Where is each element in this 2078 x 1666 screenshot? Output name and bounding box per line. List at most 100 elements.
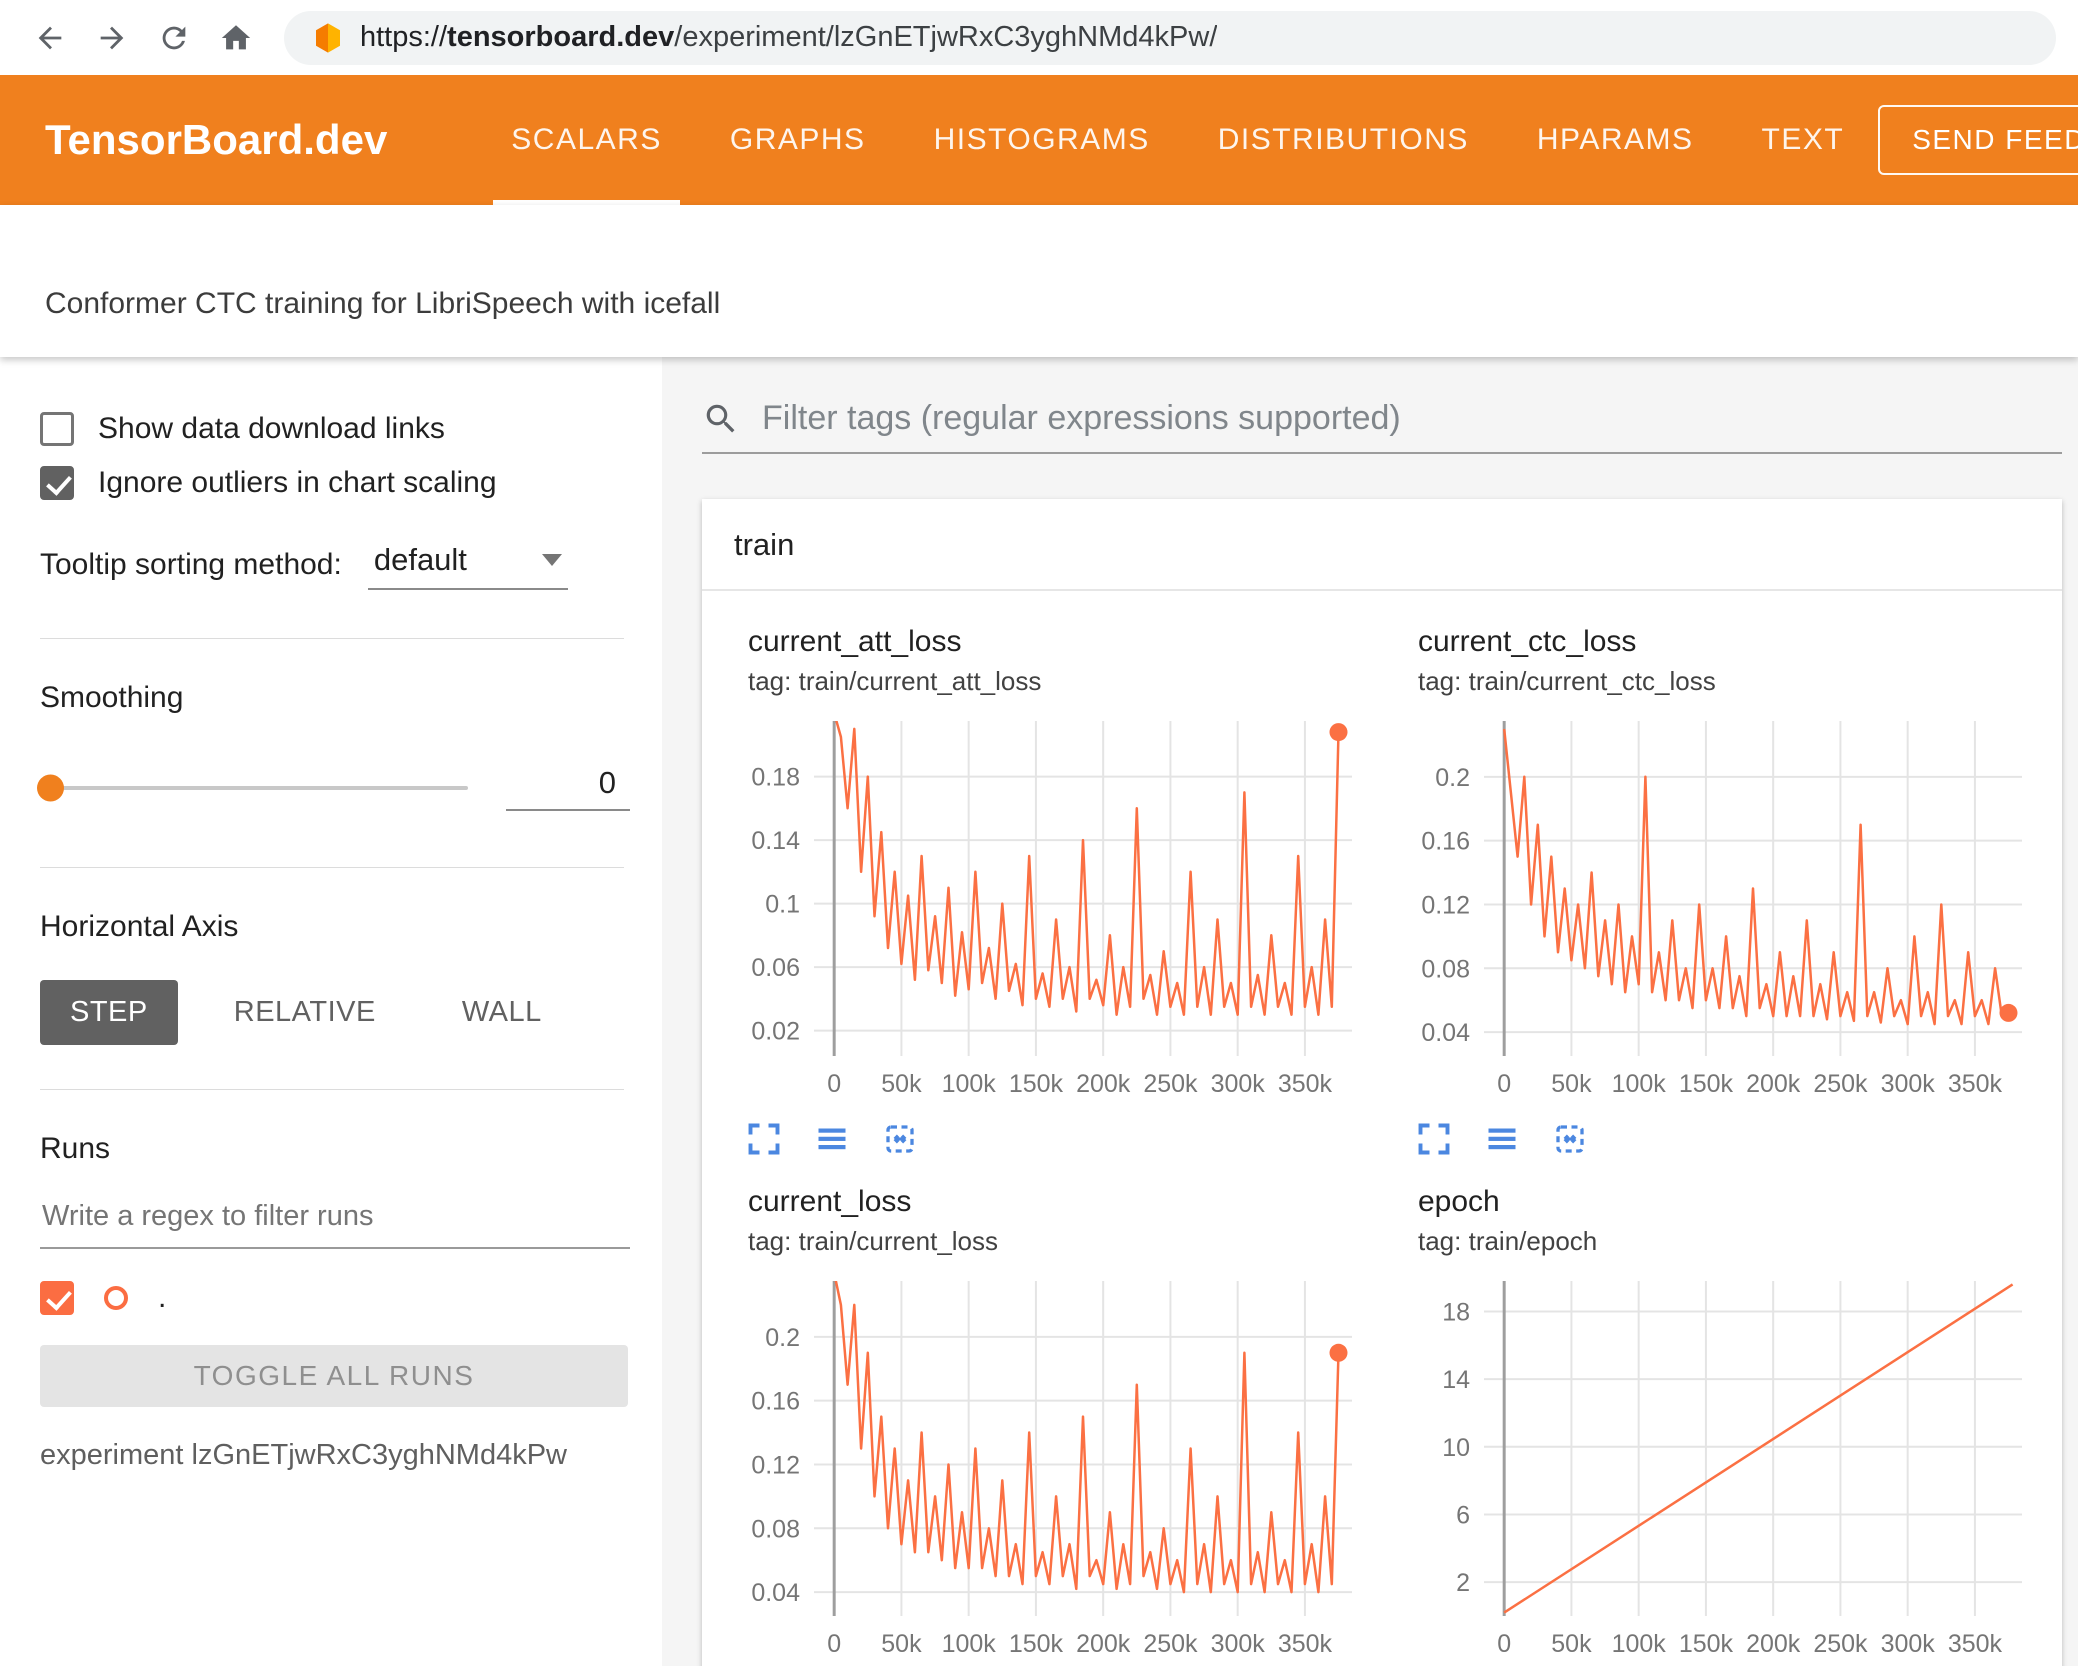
axis-wall-button[interactable]: WALL <box>432 980 572 1045</box>
browser-chrome: https://tensorboard.dev/experiment/lzGnE… <box>0 0 2078 75</box>
url-path: /experiment/lzGnETjwRxC3yghNMd4kPw/ <box>674 21 1218 53</box>
forward-icon[interactable] <box>84 10 140 66</box>
svg-text:250k: 250k <box>1143 1070 1198 1098</box>
svg-text:250k: 250k <box>1813 1630 1868 1658</box>
tensorboard-favicon <box>316 22 340 53</box>
send-feedback-button[interactable]: SEND FEEDBACK <box>1878 105 2078 175</box>
tab-histograms[interactable]: HISTOGRAMS <box>900 75 1184 205</box>
chart-title: current_loss <box>748 1185 912 1218</box>
show-download-links-checkbox[interactable] <box>40 412 74 446</box>
chart-block-current-ctc-loss: current_ctc_loss tag: train/current_ctc_… <box>1386 625 2056 1157</box>
tooltip-sorting-value: default <box>373 542 467 577</box>
svg-text:50k: 50k <box>1551 1070 1592 1098</box>
svg-text:0.2: 0.2 <box>1435 764 1470 792</box>
svg-text:0.12: 0.12 <box>751 1451 800 1479</box>
back-icon[interactable] <box>22 10 78 66</box>
tab-graphs[interactable]: GRAPHS <box>696 75 900 205</box>
filter-tags-input[interactable] <box>762 399 2062 438</box>
train-card: train current_att_loss tag: train/curren… <box>702 499 2062 1666</box>
svg-text:50k: 50k <box>881 1630 922 1658</box>
svg-text:0.18: 0.18 <box>751 764 800 792</box>
reload-icon[interactable] <box>146 10 202 66</box>
tensorboard-page: { "browser": { "url_scheme": "https://",… <box>0 0 2078 1666</box>
experiment-caption: experiment lzGnETjwRxC3yghNMd4kPw <box>40 1439 567 1471</box>
tab-text[interactable]: TEXT <box>1728 75 1879 205</box>
svg-text:0: 0 <box>1497 1070 1511 1098</box>
tensorboard-logo: TensorBoard.dev <box>45 116 388 163</box>
smoothing-value-field[interactable]: 0 <box>506 765 630 811</box>
svg-text:150k: 150k <box>1679 1070 1734 1098</box>
line-chart-current-loss[interactable]: 0.04 0.08 0.12 0.16 0.2 0 50k 100k 150k 200k 250k 3… <box>722 1267 1386 1666</box>
tab-scalars[interactable]: SCALARS <box>477 75 696 205</box>
show-download-links-row: Show data download links <box>40 412 630 446</box>
svg-text:100k: 100k <box>942 1070 997 1098</box>
ignore-outliers-checkbox[interactable] <box>40 466 74 500</box>
fit-domain-icon[interactable] <box>882 1121 924 1157</box>
main-content: train current_att_loss tag: train/curren… <box>662 357 2078 1666</box>
home-icon[interactable] <box>208 10 264 66</box>
run-checkbox[interactable] <box>40 1281 74 1315</box>
axis-relative-button[interactable]: RELATIVE <box>204 980 406 1045</box>
runs-filter-input[interactable] <box>40 1194 630 1249</box>
nav-tabs: SCALARS GRAPHS HISTOGRAMS DISTRIBUTIONS … <box>477 75 1878 205</box>
line-chart-current-att-loss[interactable]: 0.02 0.06 0.1 0.14 0.18 0 50k 100k 150k 200k 250k 3… <box>722 707 1386 1107</box>
tooltip-sorting-dropdown[interactable]: default <box>367 542 568 590</box>
svg-text:0: 0 <box>1497 1630 1511 1658</box>
svg-text:0.14: 0.14 <box>751 827 800 855</box>
divider <box>40 867 624 868</box>
tab-distributions[interactable]: DISTRIBUTIONS <box>1184 75 1503 205</box>
chart-title: current_att_loss <box>748 625 962 658</box>
fullscreen-icon[interactable] <box>746 1121 788 1157</box>
svg-text:300k: 300k <box>1881 1070 1936 1098</box>
svg-text:0.12: 0.12 <box>1421 891 1470 919</box>
svg-text:250k: 250k <box>1813 1070 1868 1098</box>
axis-step-button[interactable]: STEP <box>40 980 178 1045</box>
divider <box>40 1089 624 1090</box>
search-icon <box>706 404 735 432</box>
svg-text:100k: 100k <box>942 1630 997 1658</box>
svg-text:18: 18 <box>1442 1298 1470 1326</box>
smoothing-slider-knob[interactable] <box>37 774 64 802</box>
smoothing-slider-row: 0 <box>37 765 630 811</box>
svg-text:50k: 50k <box>881 1070 922 1098</box>
fullscreen-icon[interactable] <box>1416 1121 1458 1157</box>
svg-text:200k: 200k <box>1076 1070 1131 1098</box>
flush-lines-icon[interactable] <box>814 1121 856 1157</box>
chart-block-current-loss: current_loss tag: train/current_loss 0.0… <box>716 1185 1386 1666</box>
settings-sidebar: Show data download links Ignore outliers… <box>0 357 662 1666</box>
ignore-outliers-label: Ignore outliers in chart scaling <box>98 466 497 499</box>
toggle-all-runs-button[interactable]: TOGGLE ALL RUNS <box>40 1345 628 1407</box>
svg-text:0.08: 0.08 <box>751 1515 800 1543</box>
tooltip-sorting-label: Tooltip sorting method: <box>40 548 342 581</box>
address-bar[interactable]: https://tensorboard.dev/experiment/lzGnE… <box>284 10 2056 65</box>
svg-text:50k: 50k <box>1551 1630 1592 1658</box>
tooltip-sorting-row: Tooltip sorting method: default <box>40 542 630 590</box>
chart-block-current-att-loss: current_att_loss tag: train/current_att_… <box>716 625 1386 1157</box>
line-chart-current-ctc-loss[interactable]: 0.04 0.08 0.12 0.16 0.2 0 50k 100k 150k 200k 250k 3… <box>1392 707 2056 1107</box>
flush-lines-icon[interactable] <box>1484 1121 1526 1157</box>
tab-hparams[interactable]: HPARAMS <box>1503 75 1728 205</box>
svg-text:100k: 100k <box>1612 1630 1667 1658</box>
show-download-links-label: Show data download links <box>98 412 445 445</box>
smoothing-slider-track[interactable] <box>37 774 468 802</box>
run-row: . <box>40 1281 630 1315</box>
train-card-header[interactable]: train <box>702 499 2062 591</box>
charts-grid: current_att_loss tag: train/current_att_… <box>702 591 2062 1666</box>
svg-text:0.08: 0.08 <box>1421 955 1470 983</box>
smoothing-label: Smoothing <box>40 681 184 714</box>
chart-title: current_ctc_loss <box>1418 625 1637 658</box>
chart-tag: tag: train/epoch <box>1418 1226 1598 1256</box>
svg-text:0: 0 <box>827 1070 841 1098</box>
svg-text:0.04: 0.04 <box>751 1579 800 1607</box>
line-chart-epoch[interactable]: 2 6 10 14 18 0 50k 100k 150k 200k 250k 300k 350k <box>1392 1267 2056 1666</box>
svg-text:150k: 150k <box>1009 1630 1064 1658</box>
url-text: https://tensorboard.dev/experiment/lzGnE… <box>360 21 1217 54</box>
ignore-outliers-row: Ignore outliers in chart scaling <box>40 466 630 500</box>
svg-text:200k: 200k <box>1746 1630 1801 1658</box>
run-color-swatch[interactable] <box>104 1286 128 1310</box>
fit-domain-icon[interactable] <box>1552 1121 1594 1157</box>
experiment-bar: Conformer CTC training for LibriSpeech w… <box>0 205 2078 357</box>
chart-tag: tag: train/current_ctc_loss <box>1418 666 1716 696</box>
svg-text:0: 0 <box>827 1630 841 1658</box>
svg-text:250k: 250k <box>1143 1630 1198 1658</box>
